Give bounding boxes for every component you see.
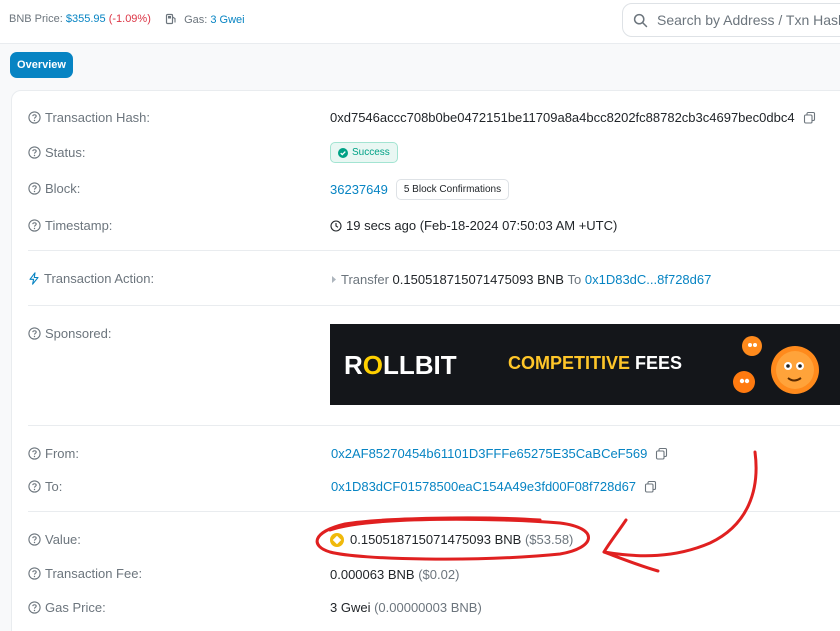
gas-tracker: Gas: 3 Gwei (165, 13, 245, 26)
gas-pump-icon (165, 13, 176, 25)
help-icon[interactable] (28, 533, 41, 546)
block-label: Block: (45, 181, 81, 196)
from-label-row: From: (28, 446, 79, 461)
search-box[interactable] (622, 3, 840, 37)
tx-hash-row: 0xd7546accc708b0be0472151be11709a8a4bcc8… (330, 110, 816, 125)
mascot-coin-icon (733, 336, 819, 394)
help-icon[interactable] (28, 327, 41, 340)
divider (28, 250, 840, 251)
divider (28, 305, 840, 306)
clock-icon (330, 219, 342, 232)
fee-label-row: Transaction Fee: (28, 566, 142, 581)
tab-overview[interactable]: Overview (10, 52, 73, 78)
action-to-word: To (567, 272, 582, 287)
caret-right-icon (332, 276, 336, 283)
help-icon[interactable] (28, 601, 41, 614)
bnb-price-value[interactable]: $355.95 (66, 13, 106, 25)
gas-label: Gas: (184, 14, 208, 26)
value-row: 0.150518715071475093 BNB ($53.58) (330, 532, 573, 547)
sponsored-label: Sponsored: (45, 326, 112, 341)
timestamp-value: 19 secs ago (Feb-18-2024 07:50:03 AM +UT… (346, 218, 618, 233)
gas-price-label-row: Gas Price: (28, 600, 106, 615)
action-amount: 0.150518715071475093 BNB (392, 272, 564, 287)
action-row: Transfer 0.150518715071475093 BNB To 0x1… (330, 272, 711, 287)
help-icon[interactable] (28, 182, 41, 195)
status-label: Status: (45, 145, 86, 160)
value-usd: ($53.58) (524, 532, 574, 547)
copy-icon[interactable] (803, 111, 816, 124)
block-row: 36237649 5 Block Confirmations (330, 179, 510, 200)
help-icon[interactable] (28, 480, 41, 493)
tx-hash-label-row: Transaction Hash: (28, 110, 150, 125)
status-badge: Success (330, 142, 398, 163)
status-row: Success (330, 142, 398, 163)
gas-price-bnb: (0.00000003 BNB) (374, 600, 482, 615)
help-icon[interactable] (28, 447, 41, 460)
value-amount: 0.150518715071475093 BNB (350, 532, 522, 547)
gas-value[interactable]: 3 Gwei (210, 14, 244, 26)
block-confirmations-badge: 5 Block Confirmations (395, 179, 510, 200)
timestamp-label: Timestamp: (45, 218, 113, 233)
action-verb: Transfer (341, 272, 389, 287)
value-label: Value: (45, 532, 81, 547)
to-label: To: (45, 479, 63, 494)
fee-row: 0.000063 BNB ($0.02) (330, 567, 459, 582)
bnb-price-label: BNB Price: (9, 13, 63, 25)
tx-hash-value: 0xd7546accc708b0be0472151be11709a8a4bcc8… (330, 110, 795, 125)
to-address-link[interactable]: 0x1D83dCF01578500eaC154A49e3fd00F08f728d… (331, 479, 636, 494)
bnb-price: BNB Price: $355.95 (-1.09%) (9, 13, 151, 25)
sponsored-banner[interactable]: ROLLBIT COMPETITIVE FEES (330, 324, 840, 405)
gas-price-amount: 3 Gwei (330, 600, 371, 615)
bnb-coin-icon (330, 532, 344, 547)
search-input[interactable] (657, 10, 840, 30)
timestamp-label-row: Timestamp: (28, 218, 112, 233)
banner-brand: ROLLBIT (344, 350, 457, 380)
from-label: From: (45, 446, 79, 461)
fee-usd: ($0.02) (418, 567, 460, 582)
action-label-row: Transaction Action: (28, 271, 154, 286)
block-number-link[interactable]: 36237649 (330, 182, 388, 197)
to-row: 0x1D83dCF01578500eaC154A49e3fd00F08f728d… (331, 479, 657, 494)
to-label-row: To: (28, 479, 62, 494)
timestamp-row: 19 secs ago (Feb-18-2024 07:50:03 AM +UT… (330, 218, 617, 233)
help-icon[interactable] (28, 567, 41, 580)
tx-hash-label: Transaction Hash: (45, 110, 151, 125)
from-address-link[interactable]: 0x2AF85270454b61101D3FFFe65275E35CaBCeF5… (331, 446, 647, 461)
from-row: 0x2AF85270454b61101D3FFFe65275E35CaBCeF5… (331, 446, 668, 461)
gas-price-label: Gas Price: (45, 600, 106, 615)
help-icon[interactable] (28, 219, 41, 232)
top-bar: BNB Price: $355.95 (-1.09%) Gas: 3 Gwei (0, 0, 840, 44)
status-text: Success (352, 147, 390, 158)
divider (28, 425, 840, 426)
value-label-row: Value: (28, 532, 81, 547)
action-label: Transaction Action: (44, 271, 155, 286)
banner-tagline: COMPETITIVE FEES (508, 353, 683, 373)
search-icon (633, 13, 648, 28)
copy-icon[interactable] (644, 480, 657, 493)
gas-price-row: 3 Gwei (0.00000003 BNB) (330, 600, 482, 615)
block-label-row: Block: (28, 181, 80, 196)
action-to-address-link[interactable]: 0x1D83dC...8f728d67 (585, 272, 711, 287)
divider (28, 511, 840, 512)
sponsored-label-row: Sponsored: (28, 326, 112, 341)
help-icon[interactable] (28, 111, 41, 124)
copy-icon[interactable] (655, 447, 668, 460)
check-circle-icon (338, 147, 348, 158)
fee-amount: 0.000063 BNB (330, 567, 415, 582)
status-label-row: Status: (28, 145, 85, 160)
help-icon[interactable] (28, 146, 41, 159)
lightning-icon (29, 272, 39, 285)
fee-label: Transaction Fee: (45, 566, 143, 581)
bnb-price-change: (-1.09%) (108, 13, 151, 25)
